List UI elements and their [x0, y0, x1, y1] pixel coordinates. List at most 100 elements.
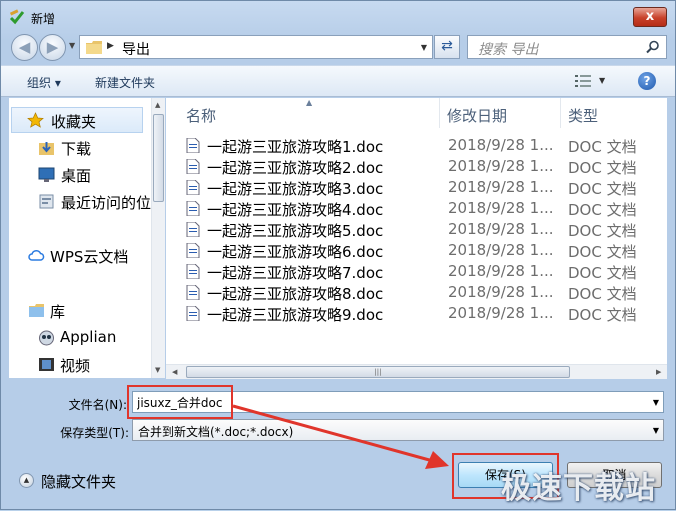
sidebar-item-label: 下载: [61, 140, 92, 158]
search-box[interactable]: 搜索 导出: [467, 35, 667, 59]
filename-highlight-box: [127, 385, 233, 419]
doc-file-icon: [186, 159, 200, 174]
view-options-icon[interactable]: [575, 75, 591, 87]
file-row[interactable]: 一起游三亚旅游攻略4.doc 2018/9/28 1... DOC 文档: [166, 198, 667, 219]
file-row[interactable]: 一起游三亚旅游攻略9.doc 2018/9/28 1... DOC 文档: [166, 303, 667, 324]
address-dropdown-icon[interactable]: ▼: [421, 43, 427, 52]
scroll-right-icon[interactable]: ▶: [656, 368, 661, 376]
file-list: ▲ 名称 修改日期 类型 一起游三亚旅游攻略1.doc 2018/9/28 1.…: [166, 98, 667, 364]
doc-file-icon: [186, 138, 200, 153]
scroll-down-icon[interactable]: ▼: [155, 366, 160, 374]
file-name: 一起游三亚旅游攻略1.doc: [207, 138, 384, 156]
close-button[interactable]: x: [633, 7, 667, 27]
file-type: DOC 文档: [568, 243, 637, 261]
chevron-up-icon: ▲: [19, 473, 34, 488]
file-date: 2018/9/28 1...: [448, 136, 554, 154]
doc-file-icon: [186, 306, 200, 321]
filename-label: 文件名(N):: [68, 398, 127, 412]
scroll-left-icon[interactable]: ◀: [172, 368, 177, 376]
sidebar-item-label: 库: [50, 303, 66, 321]
file-date: 2018/9/28 1...: [448, 178, 554, 196]
file-date: 2018/9/28 1...: [448, 199, 554, 217]
filename-dropdown-icon[interactable]: ▼: [653, 398, 659, 407]
forward-arrow-icon: ▶: [46, 38, 59, 56]
window-title: 新增: [31, 12, 56, 26]
star-icon: [27, 112, 44, 128]
file-name: 一起游三亚旅游攻略3.doc: [207, 180, 384, 198]
file-row[interactable]: 一起游三亚旅游攻略8.doc 2018/9/28 1... DOC 文档: [166, 282, 667, 303]
forward-button[interactable]: ▶: [39, 34, 66, 61]
video-icon: [39, 358, 54, 371]
file-name: 一起游三亚旅游攻略2.doc: [207, 159, 384, 177]
file-type: DOC 文档: [568, 201, 637, 219]
sidebar-item-wps-cloud[interactable]: WPS云文档: [9, 243, 151, 269]
file-row[interactable]: 一起游三亚旅游攻略3.doc 2018/9/28 1... DOC 文档: [166, 177, 667, 198]
column-header-date[interactable]: 修改日期: [441, 98, 561, 128]
file-type: DOC 文档: [568, 180, 637, 198]
navigation-pane-scrollbar[interactable]: ▲ ▼: [151, 98, 165, 378]
filetype-dropdown-icon[interactable]: ▼: [653, 426, 659, 435]
filetype-select[interactable]: 合并到新文档(*.doc;*.docx) ▼: [132, 419, 664, 441]
sidebar-item-desktop[interactable]: 桌面: [9, 162, 151, 188]
doc-file-icon: [186, 243, 200, 258]
file-date: 2018/9/28 1...: [448, 157, 554, 175]
new-folder-button[interactable]: 新建文件夹: [95, 74, 155, 91]
sort-ascending-icon: ▲: [306, 98, 313, 107]
file-row[interactable]: 一起游三亚旅游攻略7.doc 2018/9/28 1... DOC 文档: [166, 261, 667, 282]
sidebar-item-label: 最近访问的位置: [61, 194, 163, 212]
sidebar-item-label: 视频: [60, 357, 91, 375]
sidebar-item-favorites[interactable]: 收藏夹: [11, 107, 143, 133]
search-input[interactable]: 搜索 导出: [478, 39, 538, 59]
scroll-up-icon[interactable]: ▲: [155, 101, 160, 109]
view-dropdown-icon[interactable]: ▼: [599, 76, 605, 85]
sidebar-item-libraries[interactable]: 库: [9, 298, 151, 324]
command-toolbar: 组织 ▾ 新建文件夹 ▼ ?: [1, 65, 675, 97]
help-icon[interactable]: ?: [638, 72, 656, 90]
file-date: 2018/9/28 1...: [448, 262, 554, 280]
sidebar-item-downloads[interactable]: 下载: [9, 135, 151, 161]
recent-places-icon: [39, 194, 54, 209]
file-name: 一起游三亚旅游攻略7.doc: [207, 264, 384, 282]
sidebar-item-recent-places[interactable]: 最近访问的位置: [9, 189, 162, 215]
file-row[interactable]: 一起游三亚旅游攻略5.doc 2018/9/28 1... DOC 文档: [166, 219, 667, 240]
history-dropdown-icon[interactable]: ▼: [69, 41, 75, 50]
column-header-label: 名称: [186, 107, 217, 125]
folder-icon: [86, 41, 102, 54]
column-header-type[interactable]: 类型: [562, 98, 667, 128]
refresh-icon: ⇄: [441, 38, 453, 54]
file-type: DOC 文档: [568, 222, 637, 240]
file-row[interactable]: 一起游三亚旅游攻略6.doc 2018/9/28 1... DOC 文档: [166, 240, 667, 261]
doc-file-icon: [186, 201, 200, 216]
filetype-value: 合并到新文档(*.doc;*.docx): [138, 425, 294, 439]
cloud-icon: [28, 249, 45, 261]
breadcrumb-separator-icon[interactable]: ▶: [107, 41, 114, 51]
doc-file-icon: [186, 180, 200, 195]
desktop-icon: [38, 167, 55, 182]
sidebar-item-applian[interactable]: Applian: [9, 325, 151, 351]
column-header-label: 修改日期: [447, 107, 508, 125]
title-bar: 新增 x: [1, 1, 675, 31]
library-icon: [29, 304, 44, 317]
navigation-pane: 收藏夹 下载 桌面 最近访问的位置 WPS云文档 库 Applian 视频: [9, 98, 163, 378]
sidebar-item-label: 桌面: [61, 167, 92, 185]
column-header-label: 类型: [568, 107, 599, 125]
column-header-name[interactable]: ▲ 名称: [166, 98, 440, 128]
file-list-horizontal-scrollbar[interactable]: ◀ ||| ▶: [166, 364, 667, 379]
file-date: 2018/9/28 1...: [448, 220, 554, 238]
scrollbar-thumb[interactable]: |||: [186, 366, 570, 378]
file-name: 一起游三亚旅游攻略6.doc: [207, 243, 384, 261]
search-icon[interactable]: [646, 40, 660, 54]
address-bar[interactable]: ▶ 导出 ▼: [79, 35, 433, 59]
refresh-button[interactable]: ⇄: [434, 35, 460, 59]
file-name: 一起游三亚旅游攻略5.doc: [207, 222, 384, 240]
organize-menu[interactable]: 组织 ▾: [27, 74, 61, 91]
file-row[interactable]: 一起游三亚旅游攻略2.doc 2018/9/28 1... DOC 文档: [166, 156, 667, 177]
file-name: 一起游三亚旅游攻略8.doc: [207, 285, 384, 303]
sidebar-item-videos[interactable]: 视频: [9, 352, 151, 378]
watermark: 极速下载站: [501, 471, 656, 506]
file-date: 2018/9/28 1...: [448, 241, 554, 259]
back-button[interactable]: ◀: [11, 34, 38, 61]
breadcrumb-current[interactable]: 导出: [122, 39, 150, 59]
file-row[interactable]: 一起游三亚旅游攻略1.doc 2018/9/28 1... DOC 文档: [166, 135, 667, 156]
scrollbar-thumb[interactable]: [153, 114, 164, 202]
